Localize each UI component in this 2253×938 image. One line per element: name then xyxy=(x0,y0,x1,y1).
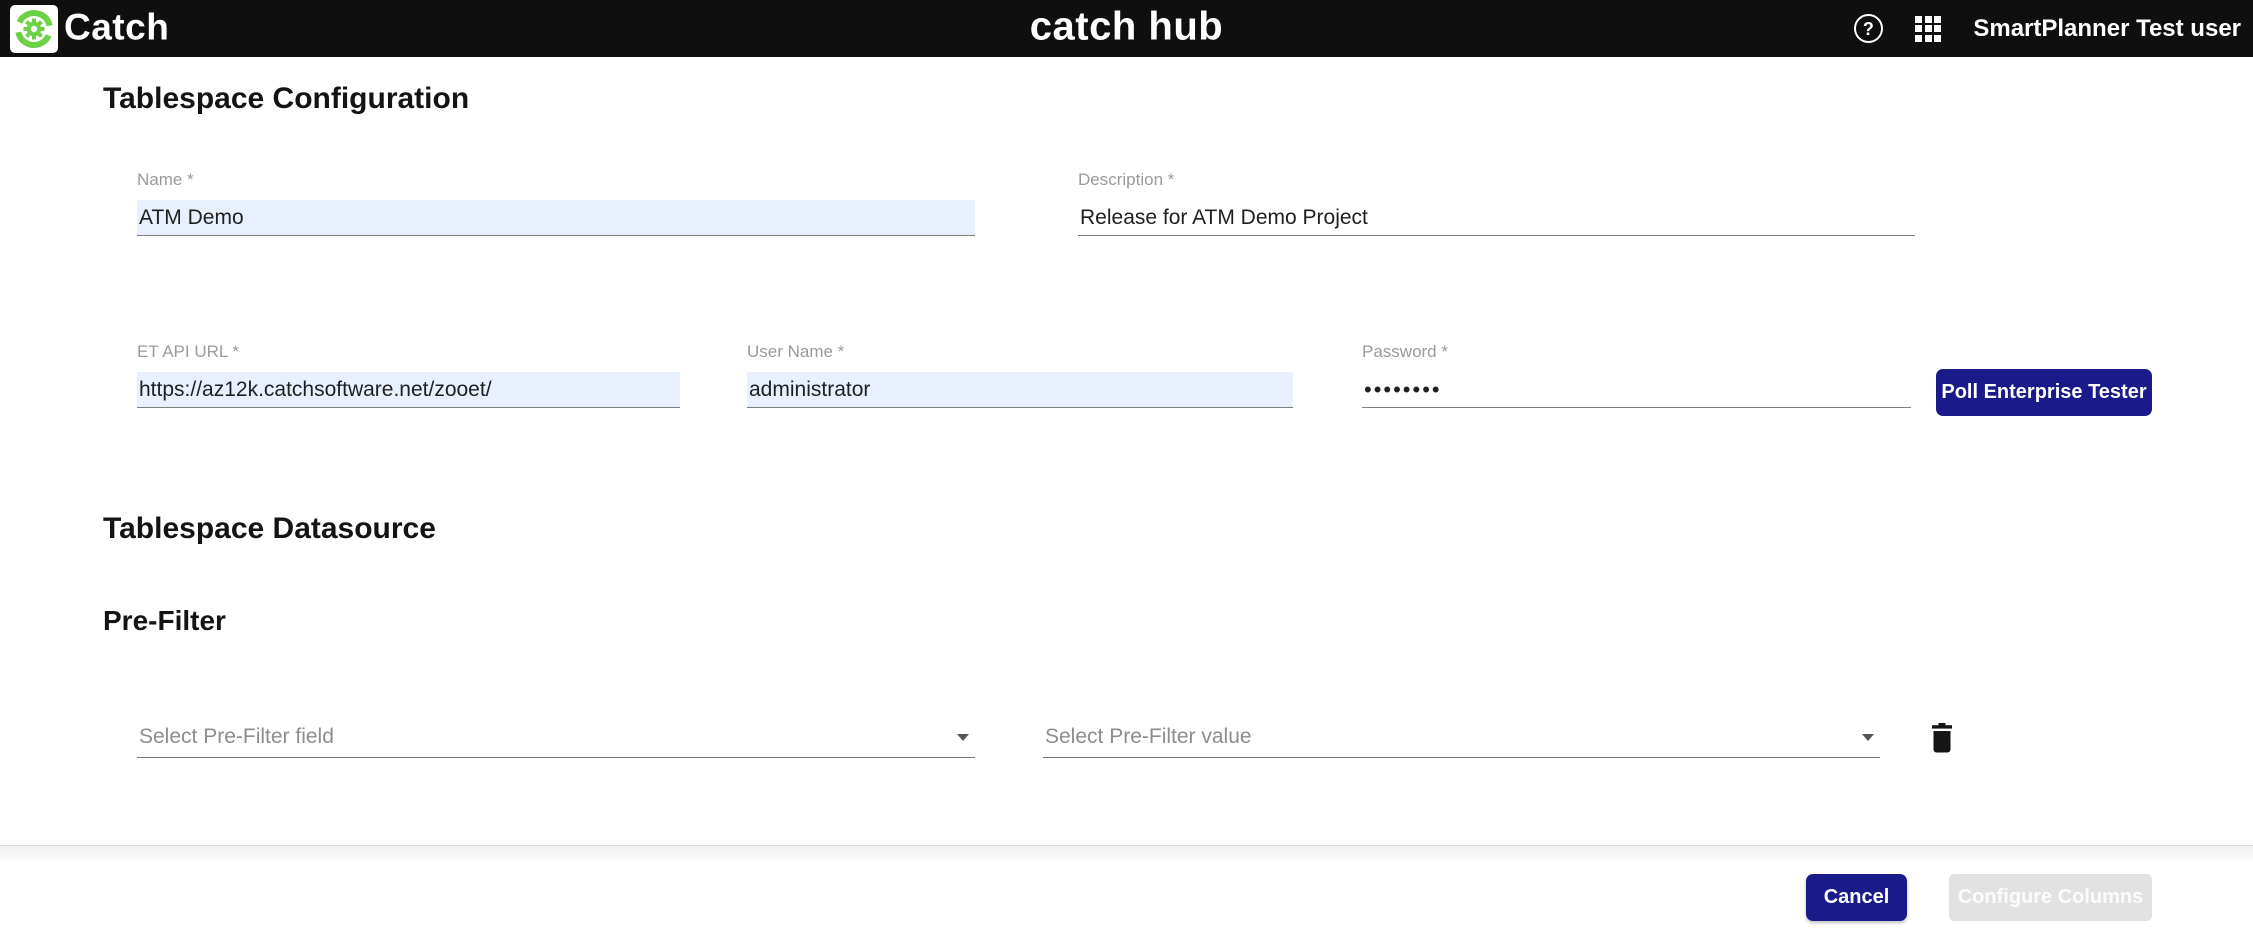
password-input[interactable] xyxy=(1362,372,1911,408)
description-label: Description * xyxy=(1078,170,1915,190)
et-api-url-label: ET API URL * xyxy=(137,342,680,362)
password-field: Password * xyxy=(1362,342,1911,408)
password-label: Password * xyxy=(1362,342,1911,362)
section-title-datasource: Tablespace Datasource xyxy=(103,512,436,546)
et-api-url-input[interactable] xyxy=(137,372,680,408)
et-api-url-field: ET API URL * xyxy=(137,342,680,408)
user-name-input[interactable] xyxy=(747,372,1293,408)
user-menu[interactable]: SmartPlanner Test user xyxy=(1973,15,2241,43)
configure-columns-button[interactable]: Configure Columns xyxy=(1949,874,2152,921)
prefilter-field-select[interactable]: Select Pre-Filter field xyxy=(137,712,975,758)
caret-down-icon xyxy=(957,734,969,741)
top-header-bar: Catch catch hub ? SmartPlanner Test user xyxy=(0,0,2253,57)
delete-prefilter-button[interactable] xyxy=(1922,716,1962,760)
prefilter-field-placeholder: Select Pre-Filter field xyxy=(137,725,957,757)
prefilter-value-select[interactable]: Select Pre-Filter value xyxy=(1043,712,1880,758)
help-icon: ? xyxy=(1854,14,1883,43)
prefilter-value-placeholder: Select Pre-Filter value xyxy=(1043,725,1862,757)
section-title-configuration: Tablespace Configuration xyxy=(103,82,469,116)
name-label: Name * xyxy=(137,170,975,190)
cancel-button[interactable]: Cancel xyxy=(1806,874,1907,921)
brand-name: Catch xyxy=(64,6,169,48)
name-input[interactable] xyxy=(137,200,975,236)
name-field: Name * xyxy=(137,170,975,236)
apps-button[interactable] xyxy=(1911,12,1945,46)
user-name-label: User Name * xyxy=(747,342,1293,362)
help-button[interactable]: ? xyxy=(1851,12,1885,46)
caret-down-icon xyxy=(1862,734,1874,741)
poll-enterprise-tester-button[interactable]: Poll Enterprise Tester xyxy=(1936,369,2152,416)
trash-icon xyxy=(1930,723,1954,753)
header-actions: ? SmartPlanner Test user xyxy=(1851,0,2241,57)
footer-divider xyxy=(0,845,2253,846)
catch-logo[interactable] xyxy=(10,5,58,53)
section-title-prefilter: Pre-Filter xyxy=(103,605,226,637)
apps-grid-icon xyxy=(1915,16,1941,42)
catch-gear-logo-icon xyxy=(12,7,56,51)
page-title: catch hub xyxy=(1030,4,1223,49)
description-input[interactable] xyxy=(1078,200,1915,236)
description-field: Description * xyxy=(1078,170,1915,236)
footer-shadow xyxy=(0,846,2253,864)
tablespace-configuration-page: Catch catch hub ? SmartPlanner Test user… xyxy=(0,0,2253,938)
user-name-field: User Name * xyxy=(747,342,1293,408)
